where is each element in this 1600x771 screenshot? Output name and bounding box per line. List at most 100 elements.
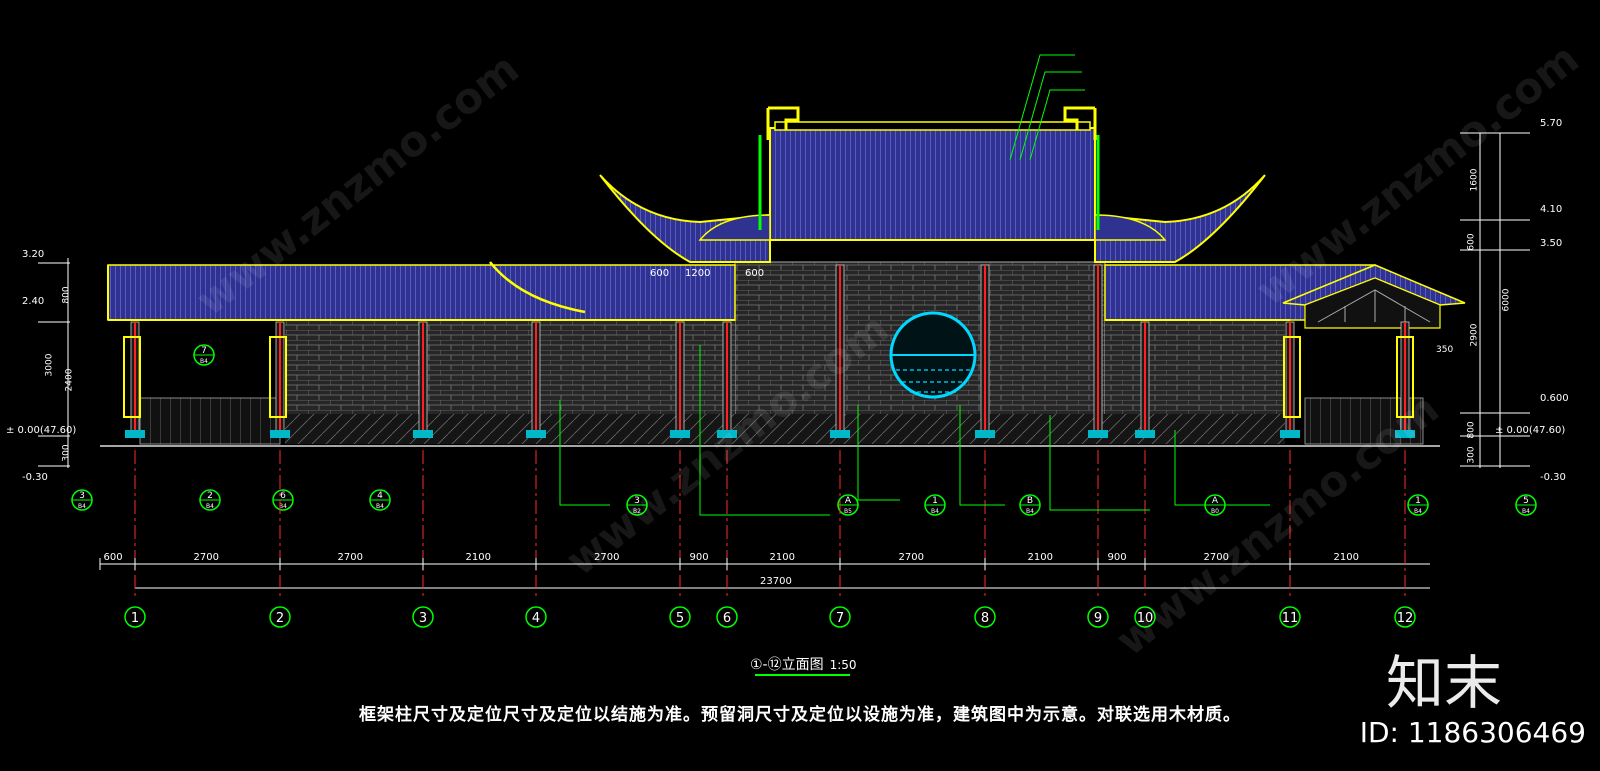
dim-segment: 2700 — [898, 552, 924, 563]
plinth-hatch-left — [285, 414, 735, 444]
detail-callout: 6B4 — [272, 489, 294, 511]
dim-roof-gap: 600 — [745, 268, 765, 279]
right-dim: 600 — [1466, 233, 1477, 251]
callout-ref: B4 — [1026, 508, 1034, 515]
axis-label-4: 4 — [532, 611, 540, 626]
dim-roof-gap: 1200 — [685, 268, 711, 279]
right-dim: 6000 — [1501, 288, 1512, 312]
right-level: ± 0.00(47.60) — [1495, 425, 1566, 436]
column-base-4 — [526, 430, 546, 438]
callout-number: 7 — [201, 346, 207, 356]
left-level: 2.40 — [22, 296, 45, 307]
column-base-1 — [125, 430, 145, 438]
dim-segment: 600 — [103, 552, 123, 563]
column-base-5 — [670, 430, 690, 438]
callout-ref: B4 — [206, 503, 214, 510]
callout-ref: B5 — [844, 508, 852, 515]
dim-segment: 2700 — [1203, 552, 1229, 563]
axis-bubble-8: 8 — [974, 606, 996, 628]
axis-bubble-12: 12 — [1394, 606, 1416, 628]
callout-number: 3 — [79, 491, 85, 501]
left-dim: 3000 — [44, 353, 55, 377]
callout-ref: B4 — [1522, 508, 1530, 515]
cad-viewport[interactable]: { "drawing": { "caption": "框架柱尺寸及定位尺寸及定位… — [0, 0, 1600, 771]
right-level: -0.30 — [1540, 472, 1566, 483]
callout-number: 4 — [377, 491, 383, 501]
right-level: 4.10 — [1540, 204, 1563, 215]
axis-label-12: 12 — [1397, 611, 1414, 626]
axis-bubble-6: 6 — [716, 606, 738, 628]
drawing-title-text: ①-⑫立面图 — [750, 657, 824, 673]
right-dim: 2900 — [1469, 323, 1480, 347]
dim-segment: 2100 — [465, 552, 491, 563]
left-level: -0.30 — [22, 472, 48, 483]
left-dim: 800 — [61, 286, 72, 304]
dim-roof-gap: 600 — [650, 268, 670, 279]
axis-bubble-5: 5 — [669, 606, 691, 628]
callout-number: B — [1027, 496, 1033, 506]
brand-logo: 知末 — [1385, 649, 1502, 717]
left-level: ± 0.00(47.60) — [6, 425, 77, 436]
axis-label-9: 9 — [1094, 611, 1102, 626]
right-gallery-wall — [1105, 320, 1285, 416]
right-level: 3.50 — [1540, 238, 1563, 249]
callout-number: 1 — [932, 496, 938, 506]
right-dim: 300 — [1466, 446, 1477, 464]
dim-segment: 2100 — [1027, 552, 1053, 563]
detail-callout: 7B4 — [193, 344, 215, 366]
axis-label-6: 6 — [723, 611, 731, 626]
detail-callout: B B4 — [1019, 494, 1041, 516]
railing-left — [139, 397, 281, 445]
axis-label-2: 2 — [276, 611, 284, 626]
column-base-8 — [975, 430, 995, 438]
axis-bubble-4: 4 — [525, 606, 547, 628]
column-base-9 — [1088, 430, 1108, 438]
column-base-3 — [413, 430, 433, 438]
plinth-hatch-right — [1105, 414, 1285, 444]
column-base-10 — [1135, 430, 1155, 438]
callout-ref: B4 — [1414, 508, 1422, 515]
right-dim-small: 350 — [1436, 345, 1454, 355]
column-base-2 — [270, 430, 290, 438]
dim-segment: 2700 — [193, 552, 219, 563]
axis-bubble-11: 11 — [1279, 606, 1301, 628]
axis-label-8: 8 — [981, 611, 989, 626]
dim-segment: 900 — [689, 552, 709, 563]
callout-ref: B4 — [376, 503, 384, 510]
detail-callout: 2B4 — [199, 489, 221, 511]
axis-bubble-2: 2 — [269, 606, 291, 628]
right-dim: 1600 — [1469, 168, 1480, 192]
callout-ref: B0 — [1211, 508, 1219, 515]
drawing-scale: 1:50 — [829, 658, 857, 672]
detail-callout: 4B4 — [369, 489, 391, 511]
detail-callout: 3B4 — [71, 489, 93, 511]
axis-bubble-9: 9 — [1087, 606, 1109, 628]
detail-callout: A B5 — [837, 494, 859, 516]
callout-number: 2 — [207, 491, 213, 501]
dim-total: 23700 — [760, 576, 792, 587]
axis-bubble-1: 1 — [124, 606, 146, 628]
callout-number: 5 — [1523, 496, 1529, 506]
dim-segment: 2700 — [594, 552, 620, 563]
callout-number: 6 — [280, 491, 286, 501]
detail-callout: 5B4 — [1515, 494, 1537, 516]
main-roof-upper — [769, 127, 1096, 241]
callout-number: 1 — [1415, 496, 1421, 506]
axis-label-1: 1 — [131, 611, 139, 626]
left-level: 3.20 — [22, 249, 45, 260]
drawing-title: ①-⑫立面图 1:50 — [750, 654, 857, 674]
callout-number: A — [845, 496, 852, 506]
axis-label-7: 7 — [836, 611, 844, 626]
detail-callout: 1B4 — [1407, 494, 1429, 516]
column-base-7 — [830, 430, 850, 438]
callout-ref: B4 — [78, 503, 86, 510]
callout-ref: B4 — [931, 508, 939, 515]
axis-bubble-7: 7 — [829, 606, 851, 628]
right-level: 5.70 — [1540, 118, 1563, 129]
left-dim: 2400 — [64, 368, 75, 392]
axis-bubble-3: 3 — [412, 606, 434, 628]
left-gallery-wall — [285, 320, 735, 416]
axis-label-5: 5 — [676, 611, 684, 626]
dim-segment: 900 — [1107, 552, 1127, 563]
callout-ref: B4 — [200, 358, 208, 365]
